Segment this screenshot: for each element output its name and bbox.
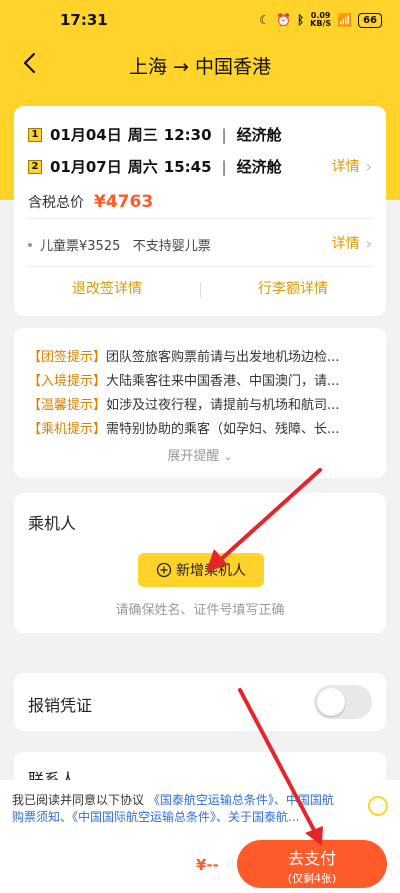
segment-date: 01月07日 — [50, 158, 122, 176]
tip-text: 团队签旅客购票前请与出发地机场边检... — [106, 350, 340, 365]
segment-date: 01月04日 — [50, 126, 122, 144]
flight-details-link[interactable]: 详情 › — [332, 156, 372, 176]
segment-time: 15:45 — [163, 157, 212, 176]
tip-tag: 【团签提示】 — [28, 350, 107, 365]
divider — [28, 218, 372, 219]
alarm-icon: ⏰ — [275, 13, 291, 27]
tip-item: 【团签提示】团队签旅客购票前请与出发地机场边检... — [28, 346, 378, 365]
tip-item: 【乘机提示】需特别协助的乘客（如孕妇、残障、长... — [28, 418, 378, 437]
expand-label: 展开提醒 — [167, 449, 220, 464]
tip-text: 如涉及过夜行程，请提前与机场和航司... — [106, 398, 340, 413]
segment-index-badge: 2 — [28, 159, 42, 174]
link-separator — [200, 282, 201, 298]
passenger-section-title: 乘机人 — [28, 514, 77, 533]
segment-time: 12:30 — [163, 125, 212, 144]
bullet-dot — [28, 242, 32, 247]
details-label: 详情 — [331, 159, 360, 175]
price-label: 含税总价 — [28, 195, 84, 211]
receipt-label: 报销凭证 — [28, 696, 93, 715]
tip-text: 需特别协助的乘客（如孕妇、残障、长... — [106, 422, 340, 437]
chevron-right-icon: › — [365, 233, 372, 253]
refund-change-details-link[interactable]: 退改签详情 — [14, 278, 200, 298]
network-speed: 0.09 KB/S — [310, 11, 332, 28]
total-price: ¥4763 — [94, 192, 154, 212]
child-ticket-text: 儿童票¥3525 不支持婴儿票 — [40, 239, 211, 254]
baggage-details-link[interactable]: 行李额详情 — [200, 278, 386, 298]
wifi-icon: 📶 — [337, 13, 353, 27]
receipt-card: 报销凭证 — [14, 673, 386, 731]
segment-index-badge: 1 — [28, 127, 42, 142]
tips-card: 【团签提示】团队签旅客购票前请与出发地机场边检... 【入境提示】大陆乘客往来中… — [14, 328, 386, 478]
segment-cabin: 经济舱 — [236, 158, 282, 176]
battery-icon: 66 — [358, 12, 382, 28]
expand-tips-button[interactable]: 展开提醒 ⌄ — [14, 445, 386, 464]
add-passenger-label: 新增乘机人 — [176, 563, 246, 579]
segment-cabin: 经济舱 — [236, 126, 282, 144]
checkout-footer: 我已阅读并同意以下协议 《国泰航空运输总条件》、中国国航购票须知、《中国国际航空… — [0, 780, 400, 893]
divider — [28, 266, 372, 267]
status-time: 17:31 — [60, 11, 108, 29]
tip-tag: 【乘机提示】 — [28, 422, 107, 437]
tip-item: 【入境提示】大陆乘客往来中国香港、中国澳门，请... — [28, 370, 378, 389]
segment-row-1: 1 01月04日 周三 12:30 | 经济舱 — [28, 124, 282, 145]
status-bar: 17:31 ☾ ⏰ ᛒ 0.09 KB/S 📶 66 — [0, 0, 400, 40]
chevron-right-icon: › — [365, 156, 372, 176]
back-arrow-icon[interactable] — [16, 48, 46, 78]
receipt-toggle[interactable] — [314, 685, 372, 719]
total-amount: ¥-- — [196, 856, 219, 874]
agreement-prefix: 我已阅读并同意以下协议 — [12, 793, 145, 807]
segment-weekday: 周六 — [127, 158, 158, 176]
remaining-tickets: (仅剩4张) — [287, 872, 337, 885]
details-label: 详情 — [331, 236, 360, 252]
tip-tag: 【温馨提示】 — [28, 398, 107, 413]
toggle-knob — [317, 688, 345, 716]
tip-item: 【温馨提示】如涉及过夜行程，请提前与机场和航司... — [28, 394, 378, 413]
plus-circle-icon — [156, 562, 172, 578]
page-title: 上海 → 中国香港 — [129, 55, 271, 78]
divider-pipe: | — [221, 157, 227, 176]
segment-row-2: 2 01月07日 周六 15:45 | 经济舱 — [28, 156, 282, 177]
pay-button[interactable]: 去支付 (仅剩4张) — [237, 840, 387, 888]
status-icons: ☾ ⏰ ᛒ 0.09 KB/S 📶 66 — [259, 12, 382, 28]
moon-icon: ☾ — [259, 13, 270, 27]
child-ticket-info: 儿童票¥3525 不支持婴儿票 — [28, 235, 211, 254]
itinerary-card: 1 01月04日 周三 12:30 | 经济舱 2 01月07日 周六 15:4… — [14, 106, 386, 316]
passenger-card: 乘机人 新增乘机人 请确保姓名、证件号填写正确 — [14, 493, 386, 633]
passenger-hint: 请确保姓名、证件号填写正确 — [115, 603, 285, 618]
divider-pipe: | — [221, 125, 227, 144]
navigation-bar: 上海 → 中国香港 — [0, 40, 400, 90]
tip-tag: 【入境提示】 — [28, 374, 107, 389]
segment-weekday: 周三 — [127, 126, 158, 144]
chevron-down-icon: ⌄ — [223, 450, 233, 463]
pay-label: 去支付 — [287, 849, 336, 868]
tip-text: 大陆乘客往来中国香港、中国澳门，请... — [106, 374, 340, 389]
add-passenger-button[interactable]: 新增乘机人 — [138, 553, 264, 587]
bluetooth-icon: ᛒ — [296, 13, 305, 27]
agreement-text: 我已阅读并同意以下协议 《国泰航空运输总条件》、中国国航购票须知、《中国国际航空… — [12, 792, 342, 826]
child-details-link[interactable]: 详情 › — [332, 233, 372, 253]
agreement-checkbox[interactable] — [368, 796, 388, 816]
price-row: 含税总价 ¥4763 — [28, 192, 153, 212]
